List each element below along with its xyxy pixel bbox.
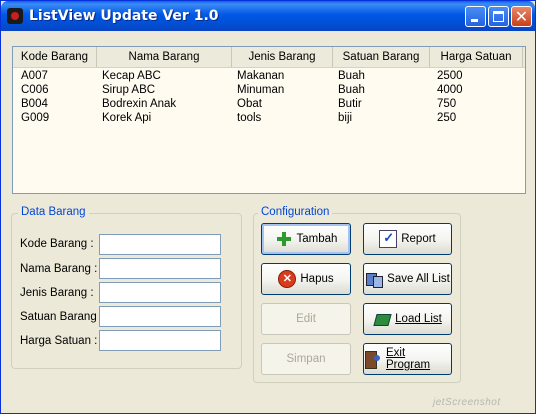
satuan-barang-label: Satuan Barang : bbox=[20, 311, 104, 323]
load-list-icon bbox=[373, 310, 391, 328]
cell-jenis: tools bbox=[237, 112, 262, 124]
cell-kode: A007 bbox=[21, 70, 48, 82]
table-row[interactable]: C006 Sirup ABC Minuman Buah 4000 bbox=[13, 83, 525, 97]
delete-icon: ✕ bbox=[278, 270, 297, 288]
title-bar[interactable]: ListView Update Ver 1.0 ✕ bbox=[1, 1, 535, 31]
table-row[interactable]: A007 Kecap ABC Makanan Buah 2500 bbox=[13, 69, 525, 83]
edit-button[interactable]: Edit bbox=[261, 303, 351, 335]
cell-kode: G009 bbox=[21, 112, 50, 124]
cell-satuan: Buah bbox=[338, 84, 365, 96]
table-row[interactable]: G009 Korek Api tools biji 250 bbox=[13, 111, 525, 125]
maximize-icon bbox=[493, 11, 504, 22]
cell-nama: Bodrexin Anak bbox=[102, 98, 177, 110]
cell-satuan: biji bbox=[338, 112, 353, 124]
cell-satuan: Buah bbox=[338, 70, 365, 82]
watermark: jetScreenshot bbox=[433, 397, 501, 408]
save-all-icon bbox=[365, 270, 384, 288]
exit-icon bbox=[364, 350, 382, 369]
listview-header: Kode Barang Nama Barang Jenis Barang Sat… bbox=[13, 47, 525, 68]
edit-label: Edit bbox=[296, 313, 316, 325]
harga-satuan-field[interactable] bbox=[99, 330, 221, 351]
save-all-label: Save All List bbox=[387, 273, 450, 285]
report-button[interactable]: Report bbox=[363, 223, 452, 255]
hapus-button[interactable]: ✕ Hapus bbox=[261, 263, 351, 295]
close-icon: ✕ bbox=[514, 7, 529, 26]
close-button[interactable]: ✕ bbox=[511, 6, 532, 27]
cell-kode: C006 bbox=[21, 84, 49, 96]
exit-program-button[interactable]: Exit Program bbox=[363, 343, 452, 375]
load-list-label: Load List bbox=[395, 313, 442, 325]
column-header-nama-barang[interactable]: Nama Barang bbox=[97, 47, 232, 67]
exit-program-label: Exit Program bbox=[386, 347, 431, 371]
column-header-harga-satuan[interactable]: Harga Satuan bbox=[430, 47, 523, 67]
jenis-barang-field[interactable] bbox=[99, 282, 221, 303]
cell-harga: 4000 bbox=[437, 84, 463, 96]
tambah-button[interactable]: Tambah bbox=[261, 223, 351, 255]
cell-nama: Sirup ABC bbox=[102, 84, 156, 96]
table-row[interactable]: B004 Bodrexin Anak Obat Butir 750 bbox=[13, 97, 525, 111]
nama-barang-label: Nama Barang : bbox=[20, 263, 98, 275]
hapus-label: Hapus bbox=[300, 273, 334, 285]
satuan-barang-field[interactable] bbox=[99, 306, 221, 327]
cell-kode: B004 bbox=[21, 98, 48, 110]
cell-harga: 2500 bbox=[437, 70, 463, 82]
simpan-label: Simpan bbox=[286, 353, 326, 365]
window-title: ListView Update Ver 1.0 bbox=[29, 8, 219, 24]
maximize-button[interactable] bbox=[488, 6, 509, 27]
report-icon bbox=[379, 230, 398, 248]
main-window: ListView Update Ver 1.0 ✕ Kode Barang Na… bbox=[0, 0, 536, 414]
column-header-satuan-barang[interactable]: Satuan Barang bbox=[333, 47, 430, 67]
harga-satuan-label: Harga Satuan : bbox=[20, 335, 98, 347]
column-header-jenis-barang[interactable]: Jenis Barang bbox=[232, 47, 333, 67]
cell-jenis: Makanan bbox=[237, 70, 285, 82]
plus-icon bbox=[275, 230, 293, 248]
column-header-kode-barang[interactable]: Kode Barang bbox=[13, 47, 97, 67]
cell-nama: Korek Api bbox=[102, 112, 152, 124]
minimize-icon bbox=[471, 19, 478, 22]
app-icon[interactable] bbox=[7, 8, 23, 24]
save-all-list-button[interactable]: Save All List bbox=[363, 263, 452, 295]
barang-listview[interactable]: Kode Barang Nama Barang Jenis Barang Sat… bbox=[12, 46, 526, 194]
report-label: Report bbox=[401, 233, 436, 245]
kode-barang-label: Kode Barang : bbox=[20, 238, 94, 250]
minimize-button[interactable] bbox=[465, 6, 486, 27]
configuration-title: Configuration bbox=[258, 206, 333, 218]
load-list-button[interactable]: Load List bbox=[363, 303, 452, 335]
nama-barang-field[interactable] bbox=[99, 258, 221, 279]
simpan-button[interactable]: Simpan bbox=[261, 343, 351, 375]
jenis-barang-label: Jenis Barang : bbox=[20, 287, 94, 299]
data-barang-title: Data Barang bbox=[18, 206, 89, 218]
tambah-label: Tambah bbox=[296, 233, 338, 245]
cell-harga: 750 bbox=[437, 98, 457, 110]
cell-jenis: Minuman bbox=[237, 84, 285, 96]
kode-barang-field[interactable] bbox=[99, 234, 221, 255]
cell-harga: 250 bbox=[437, 112, 457, 124]
cell-nama: Kecap ABC bbox=[102, 70, 161, 82]
cell-jenis: Obat bbox=[237, 98, 262, 110]
cell-satuan: Butir bbox=[338, 98, 362, 110]
